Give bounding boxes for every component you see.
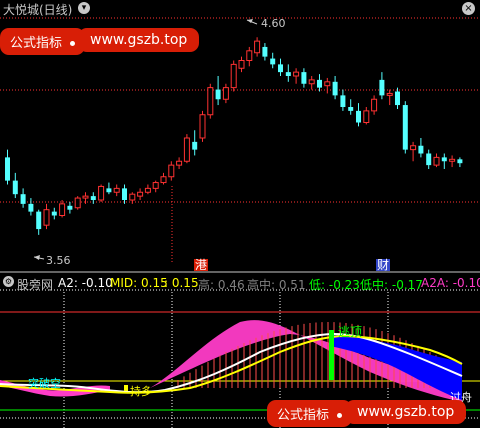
event-port-marker[interactable]: 港 (194, 259, 209, 271)
candle-body (262, 46, 268, 57)
candle-body (222, 87, 229, 100)
candle-body (12, 180, 18, 195)
indicator-mid2: : 0.15 (164, 276, 199, 290)
indicator-settings-icon[interactable]: ⚙ (3, 276, 14, 287)
candle-body (199, 114, 206, 139)
watermark-name-badge-bottom: 公式指标 (267, 400, 353, 427)
candle-body (449, 158, 456, 162)
candle-body (160, 176, 167, 184)
candle-body (207, 87, 214, 116)
candle-body (192, 141, 198, 150)
candle-body (246, 50, 253, 61)
candle-body (340, 95, 346, 107)
candle-body (67, 205, 73, 210)
stock-title[interactable]: 大悦城(日线) (3, 4, 72, 16)
candle-body (363, 110, 370, 123)
watermark-name: 公式指标 (10, 36, 63, 51)
indicator-high: 高: 0.46 (198, 278, 245, 292)
indicator-high-mid: 高中: 0.51 (247, 278, 306, 292)
candle-body (168, 164, 175, 178)
candle-body (308, 79, 315, 85)
candle-body (36, 211, 42, 230)
candle-body (176, 160, 183, 166)
candle-body (82, 195, 89, 199)
indicator-low-mid: 低中: -0.17 (360, 278, 423, 292)
candle-body (441, 157, 447, 162)
high-marker (246, 19, 258, 25)
hold-signal-mark (124, 385, 128, 391)
candle-body (348, 107, 354, 111)
watermark-url: www.gszb.top (357, 404, 455, 420)
candle-body (301, 72, 307, 84)
watermark-url-badge-bottom: www.gszb.top (345, 400, 467, 424)
escape-signal-bar (329, 330, 334, 380)
candle-body (371, 98, 378, 112)
candle-body (230, 63, 237, 89)
candle-body (418, 145, 424, 154)
candle-body (74, 197, 81, 209)
candle-body (254, 40, 261, 54)
candle-body (20, 194, 26, 204)
low-price-label: 3.56 (46, 254, 71, 267)
candle-body (278, 64, 283, 73)
candle-body (113, 187, 120, 193)
candle-body (293, 71, 300, 77)
chart-canvas (0, 17, 480, 428)
candle-body (90, 196, 96, 200)
indicator-name[interactable]: 股旁网 (17, 276, 53, 293)
candle-body (433, 156, 440, 166)
candle-body (317, 79, 322, 88)
watermark-url: www.gszb.top (90, 32, 188, 48)
indicator-a2: A2: -0.10 (58, 276, 113, 290)
candle-body (51, 211, 57, 216)
candle-body (43, 209, 50, 226)
candle-body (183, 137, 190, 162)
candle-body (426, 153, 432, 166)
candle-body (144, 187, 151, 193)
title-dropdown-icon[interactable]: ▾ (78, 2, 90, 14)
watermark-url-badge: www.gszb.top (78, 28, 200, 52)
candle-body (106, 188, 112, 193)
candlestick-series (5, 37, 463, 235)
watermark-name: 公式指标 (277, 408, 330, 423)
candle-body (238, 60, 245, 69)
candle-body (129, 193, 136, 201)
candle-body (395, 91, 400, 106)
candle-body (270, 58, 276, 65)
low-marker (33, 255, 45, 260)
high-price-label: 4.60 (261, 17, 286, 30)
candle-body (5, 157, 10, 181)
window-close-icon[interactable]: × (462, 2, 475, 15)
indicator-low: 低: -0.23 (309, 278, 360, 292)
annotation-hold: 持多 (130, 385, 152, 398)
candle-body (137, 191, 144, 197)
candle-body (152, 182, 159, 189)
event-finance-marker[interactable]: 财 (376, 259, 391, 271)
watermark-dot-icon (70, 41, 76, 46)
candle-body (410, 145, 417, 151)
candle-body (122, 188, 127, 200)
indicator-mid: MID: 0.15 (110, 276, 168, 290)
candle-body (28, 203, 34, 212)
watermark-name-badge: 公式指标 (0, 28, 86, 55)
candle-body (379, 79, 385, 96)
candle-body (59, 203, 66, 216)
watermark-dot-icon (337, 413, 343, 418)
annotation-escape: 逃顶 (338, 325, 363, 339)
candle-body (324, 81, 331, 87)
candle-body (356, 110, 361, 123)
indicator-a2a: A2A: -0.10 (421, 276, 480, 290)
candle-body (332, 81, 338, 96)
candle-body (285, 72, 291, 76)
candle-body (402, 105, 408, 150)
annotation-breakout: 突破空 (28, 377, 61, 390)
candle-body (215, 89, 221, 100)
candle-body (386, 92, 393, 96)
candle-body (98, 185, 105, 201)
candle-body (457, 159, 463, 164)
